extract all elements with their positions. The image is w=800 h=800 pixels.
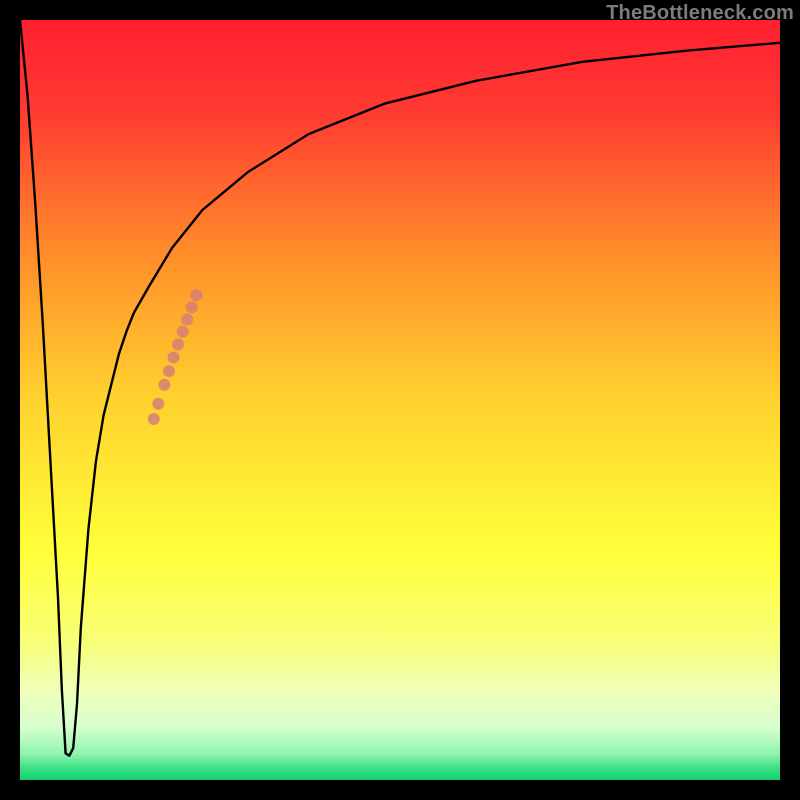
highlight-dot bbox=[181, 313, 193, 325]
plot-area bbox=[20, 20, 780, 780]
highlight-dot bbox=[163, 365, 175, 377]
watermark-text: TheBottleneck.com bbox=[606, 2, 794, 25]
highlight-dot bbox=[158, 379, 170, 391]
highlight-dot bbox=[168, 351, 180, 363]
highlight-dot bbox=[177, 326, 189, 338]
highlight-dot bbox=[148, 413, 160, 425]
highlight-dot bbox=[172, 339, 184, 351]
curve-overlay bbox=[20, 20, 780, 780]
highlight-markers bbox=[148, 289, 203, 425]
chart-frame: TheBottleneck.com bbox=[0, 0, 800, 800]
highlight-dot bbox=[152, 398, 164, 410]
highlight-dot bbox=[186, 301, 198, 313]
bottleneck-curve bbox=[20, 20, 780, 756]
highlight-dot bbox=[190, 289, 202, 301]
